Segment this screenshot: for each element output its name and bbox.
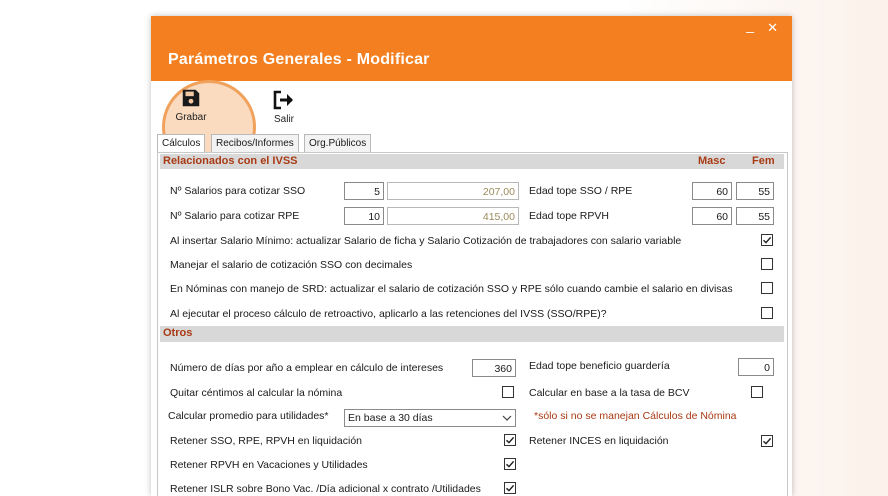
decimales-label: Manejar el salario de cotización SSO con… <box>170 259 413 271</box>
grabar-button[interactable]: Grabar <box>162 80 256 174</box>
promedio-select[interactable]: En base a 30 días <box>344 409 516 427</box>
edad-sso-rpe-masc-input[interactable]: 60 <box>692 182 732 200</box>
edad-rpvh-masc-input[interactable]: 60 <box>692 207 732 225</box>
retener-rpvh-checkbox[interactable] <box>504 458 516 470</box>
salarios-sso-input[interactable]: 5 <box>344 182 384 200</box>
bcv-label: Calcular en base a la tasa de BCV <box>529 387 690 399</box>
promedio-selected-value: En base a 30 días <box>348 412 433 424</box>
edad-sso-rpe-label: Edad tope SSO / RPE <box>529 185 633 197</box>
salario-rpe-input[interactable]: 10 <box>344 207 384 225</box>
edad-rpvh-label: Edad tope RPVH <box>529 210 609 222</box>
edad-rpvh-fem-input[interactable]: 55 <box>736 207 774 225</box>
salarios-sso-amount: 207,00 <box>387 182 519 200</box>
retener-islr-label: Retener ISLR sobre Bono Vac. /Día adicio… <box>170 483 481 495</box>
centimos-label: Quitar céntimos al calcular la nómina <box>170 387 343 399</box>
srd-checkbox[interactable] <box>761 282 773 294</box>
checkmark-icon <box>506 436 515 444</box>
guarderia-input[interactable]: 0 <box>738 358 774 376</box>
bcv-checkbox[interactable] <box>751 386 763 398</box>
guarderia-label: Edad tope beneficio guardería <box>529 360 670 372</box>
retroactivo-checkbox[interactable] <box>761 307 773 319</box>
tab-org-publicos[interactable]: Org.Públicos <box>304 134 372 153</box>
close-button[interactable]: ✕ <box>767 20 778 36</box>
title-bar: _ ✕ Parámetros Generales - Modificar <box>151 16 792 81</box>
parametros-window: _ ✕ Parámetros Generales - Modificar Gra… <box>151 16 792 496</box>
chevron-down-icon <box>502 415 512 421</box>
centimos-checkbox[interactable] <box>502 386 514 398</box>
retener-islr-checkbox[interactable] <box>504 482 516 494</box>
salir-label: Salir <box>273 114 294 125</box>
retroactivo-label: Al ejecutar el proceso cálculo de retroa… <box>170 308 607 320</box>
salir-button[interactable]: Salir <box>259 89 309 125</box>
checkmark-icon <box>763 437 772 445</box>
masc-header: Masc <box>698 155 726 167</box>
ivss-section-header: Relacionados con el IVSS Masc Fem <box>160 154 784 169</box>
dias-input[interactable]: 360 <box>472 359 516 377</box>
retener-liquidacion-checkbox[interactable] <box>504 434 516 446</box>
calculos-panel: Relacionados con el IVSS Masc Fem Nº Sal… <box>157 152 788 496</box>
salario-rpe-amount: 415,00 <box>387 207 519 225</box>
tab-recibos-informes[interactable]: Recibos/Informes <box>211 134 299 153</box>
tab-calculos[interactable]: Cálculos <box>157 134 206 154</box>
otros-section-title: Otros <box>163 327 193 339</box>
srd-label: En Nóminas con manejo de SRD: actualizar… <box>170 283 733 295</box>
window-title: Parámetros Generales - Modificar <box>168 51 430 68</box>
fem-header: Fem <box>752 155 775 167</box>
salario-minimo-label: Al insertar Salario Mínimo: actualizar S… <box>170 235 682 247</box>
retener-rpvh-label: Retener RPVH en Vacaciones y Utilidades <box>170 459 368 471</box>
decimales-checkbox[interactable] <box>761 258 773 270</box>
salario-minimo-checkbox[interactable] <box>761 234 773 246</box>
promedio-label: Calcular promedio para utilidades* <box>168 410 329 422</box>
checkmark-icon <box>763 236 772 244</box>
exit-arrow-icon <box>273 90 293 110</box>
edad-sso-rpe-fem-input[interactable]: 55 <box>736 182 774 200</box>
floppy-disk-icon <box>182 89 200 107</box>
ivss-section-title: Relacionados con el IVSS <box>163 155 298 167</box>
promedio-note: *sólo si no se manejan Cálculos de Nómin… <box>534 410 737 422</box>
checkmark-icon <box>506 484 515 492</box>
minimize-button[interactable]: _ <box>746 17 754 33</box>
dias-label: Número de días por año a emplear en cálc… <box>170 362 444 374</box>
otros-section-header: Otros <box>160 326 784 342</box>
salario-rpe-label: Nº Salario para cotizar RPE <box>170 210 300 222</box>
salarios-sso-label: Nº Salarios para cotizar SSO <box>170 185 306 197</box>
retener-inces-checkbox[interactable] <box>761 435 773 447</box>
checkmark-icon <box>506 460 515 468</box>
retener-inces-label: Retener INCES en liquidación <box>529 435 669 447</box>
retener-liquidacion-label: Retener SSO, RPE, RPVH en liquidación <box>170 435 363 447</box>
grabar-label: Grabar <box>175 112 207 123</box>
